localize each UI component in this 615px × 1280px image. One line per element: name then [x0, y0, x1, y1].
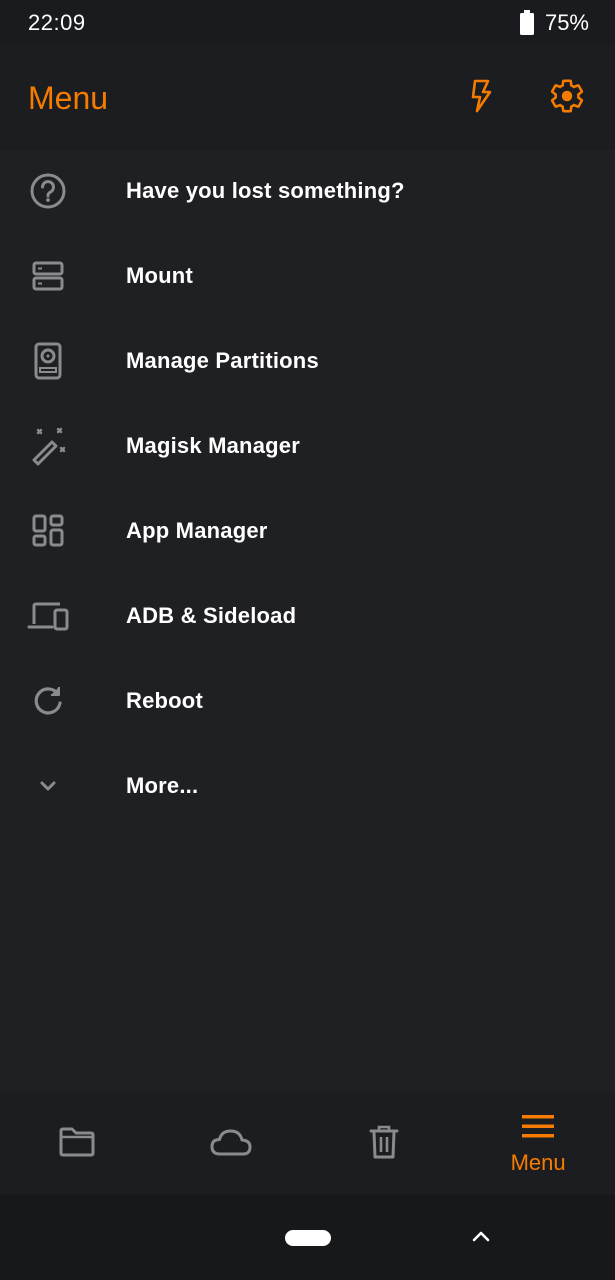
settings-button[interactable]	[547, 78, 587, 118]
nav-item-files[interactable]	[0, 1093, 154, 1195]
menu-item-reboot[interactable]: Reboot	[0, 658, 615, 743]
menu-item-lost-something[interactable]: Have you lost something?	[0, 148, 615, 233]
menu-item-label: Mount	[126, 262, 193, 288]
help-circle-icon	[24, 167, 72, 215]
hamburger-menu-icon	[521, 1113, 555, 1144]
system-nav-bar	[0, 1195, 615, 1280]
folder-icon	[58, 1126, 96, 1163]
page-title: Menu	[28, 79, 109, 116]
menu-item-magisk-manager[interactable]: Magisk Manager	[0, 403, 615, 488]
app-bar: Menu	[0, 46, 615, 150]
magic-wand-icon	[24, 422, 72, 470]
nav-item-cloud[interactable]	[154, 1093, 308, 1195]
menu-item-label: Manage Partitions	[126, 347, 319, 373]
home-button[interactable]	[285, 1230, 331, 1246]
nav-item-menu[interactable]: Menu	[461, 1093, 615, 1195]
app-actions	[461, 78, 587, 118]
dashboard-icon	[24, 507, 72, 555]
status-time: 22:09	[28, 10, 86, 35]
menu-item-adb-sideload[interactable]: ADB & Sideload	[0, 573, 615, 658]
nav-item-label: Menu	[510, 1149, 566, 1175]
menu-item-manage-partitions[interactable]: Manage Partitions	[0, 318, 615, 403]
nav-item-trash[interactable]	[308, 1093, 462, 1195]
flash-button[interactable]	[461, 78, 501, 118]
bottom-nav: Menu	[0, 1093, 615, 1195]
status-bar: 22:09 75%	[0, 0, 615, 46]
screen: 22:09 75% Menu Have you lost something? …	[0, 0, 615, 1280]
trash-icon	[368, 1124, 400, 1165]
storage-icon	[24, 252, 72, 300]
menu-item-label: More...	[126, 772, 199, 798]
chevron-down-icon	[24, 762, 72, 810]
menu-item-label: ADB & Sideload	[126, 602, 297, 628]
harddisk-icon	[24, 337, 72, 385]
menu-item-more[interactable]: More...	[0, 743, 615, 828]
cloud-icon	[209, 1126, 253, 1163]
menu-item-label: Reboot	[126, 687, 203, 713]
battery-percent: 75%	[544, 10, 589, 35]
menu-item-label: Magisk Manager	[126, 432, 300, 458]
refresh-icon	[24, 677, 72, 725]
menu-list: Have you lost something? Mount Manage Pa…	[0, 148, 615, 828]
battery-icon	[519, 10, 535, 36]
menu-item-label: Have you lost something?	[126, 177, 405, 203]
gear-icon	[548, 77, 586, 120]
menu-item-mount[interactable]: Mount	[0, 233, 615, 318]
menu-item-app-manager[interactable]: App Manager	[0, 488, 615, 573]
chevron-up-icon[interactable]	[470, 1225, 492, 1247]
flash-icon	[468, 79, 494, 118]
menu-item-label: App Manager	[126, 517, 268, 543]
status-right: 75%	[519, 10, 589, 36]
devices-icon	[24, 592, 72, 640]
